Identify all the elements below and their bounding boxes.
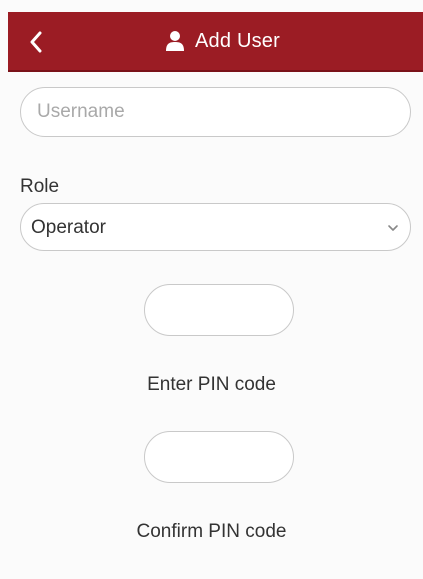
confirm-pin-input[interactable] [144, 431, 294, 483]
username-input[interactable] [20, 87, 411, 137]
role-label: Role [20, 176, 60, 197]
app-bar-title-group: Add User [8, 12, 423, 70]
app-bar: Add User [8, 12, 423, 72]
page-title: Add User [195, 29, 280, 52]
user-icon [166, 31, 184, 51]
confirm-pin-label: Confirm PIN code [136, 521, 287, 542]
enter-pin-label: Enter PIN code [147, 374, 276, 395]
add-user-screen: Add User Role Operator Enter PIN code Co… [0, 0, 423, 579]
role-select[interactable]: Operator [20, 203, 411, 251]
chevron-down-icon [388, 225, 398, 231]
enter-pin-input[interactable] [144, 284, 294, 336]
role-selected-value: Operator [31, 217, 106, 238]
